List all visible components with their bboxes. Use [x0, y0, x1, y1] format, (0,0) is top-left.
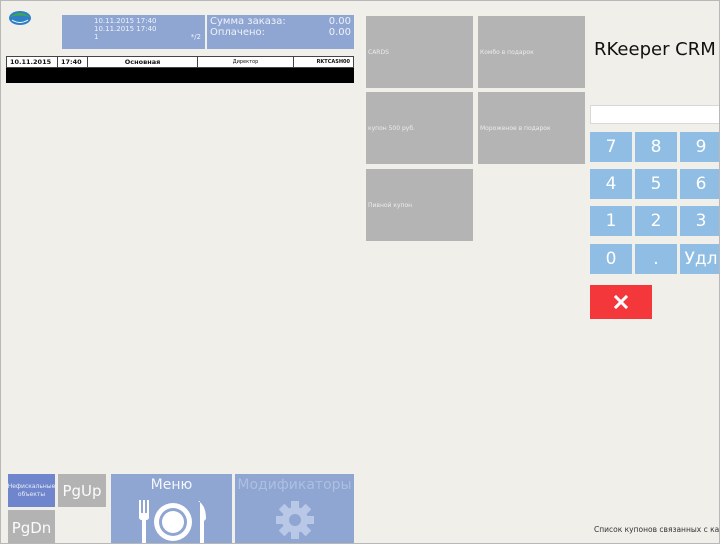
info-time: 17:40 [58, 57, 88, 67]
tile-coupon-500[interactable]: купон 500 руб. [366, 92, 473, 164]
key-6[interactable]: 6 [680, 169, 719, 199]
key-delete[interactable]: Удл [680, 244, 719, 274]
key-dot[interactable]: . [635, 244, 677, 274]
info-role: Директор [198, 57, 294, 67]
key-4[interactable]: 4 [590, 169, 632, 199]
nonfiscal-objects-button[interactable]: Нефискальные объекты [8, 474, 55, 507]
order-open-time: 10.11.2015 17:40 [94, 17, 157, 25]
order-header-bar [6, 68, 354, 83]
order-guests: */2 [190, 33, 201, 41]
order-totals: Сумма заказа: 0.00 Оплачено: 0.00 [207, 15, 354, 49]
order-info: 10.11.2015 17:40 10.11.2015 17:40 1 */2 [62, 15, 205, 49]
info-station: RKTCASH00 [316, 59, 350, 65]
plate-cutlery-icon [139, 500, 206, 543]
paid-label: Оплачено: [210, 27, 266, 38]
modifiers-button[interactable]: Модификаторы [235, 474, 354, 543]
info-table: Основная [88, 57, 198, 67]
sum-value: 0.00 [328, 16, 351, 27]
app-logo-icon [9, 11, 31, 25]
key-7[interactable]: 7 [590, 132, 632, 162]
key-2[interactable]: 2 [635, 206, 677, 236]
tile-combo-gift[interactable]: Комбо в подарок [478, 16, 585, 88]
tile-beer-coupon[interactable]: Пивной купон [366, 169, 473, 241]
info-bar: 10.11.2015 17:40 Основная Директор RKTCA… [6, 56, 354, 68]
crm-title: RKeeper CRM [594, 39, 716, 60]
order-panel: 10.11.2015 17:40 10.11.2015 17:40 1 */2 … [1, 1, 357, 543]
key-1[interactable]: 1 [590, 206, 632, 236]
close-icon [614, 295, 628, 309]
coupon-code-input[interactable] [590, 105, 719, 124]
key-0[interactable]: 0 [590, 244, 632, 274]
tile-cards[interactable]: CARDS [366, 16, 473, 88]
crm-panel: RKeeper CRM 7 8 9 4 5 6 1 2 3 0 . Удл Сп… [586, 1, 720, 543]
coupon-list-caption: Список купонов связанных с ка [594, 525, 720, 534]
sum-label: Сумма заказа: [210, 16, 286, 27]
key-8[interactable]: 8 [635, 132, 677, 162]
tile-icecream-gift[interactable]: Мороженое в подарок [478, 92, 585, 164]
key-9[interactable]: 9 [680, 132, 719, 162]
app-window: 10.11.2015 17:40 10.11.2015 17:40 1 */2 … [0, 0, 720, 544]
gear-icon [276, 501, 314, 539]
menu-button[interactable]: Меню [111, 474, 232, 543]
page-down-button[interactable]: PgDn [8, 510, 55, 543]
coupon-tiles-panel: CARDS Комбо в подарок купон 500 руб. Мор… [357, 1, 586, 543]
order-current-time: 10.11.2015 17:40 [94, 25, 157, 33]
key-3[interactable]: 3 [680, 206, 719, 236]
info-date: 10.11.2015 [7, 57, 58, 67]
modifiers-button-label: Модификаторы [237, 477, 352, 493]
cancel-button[interactable] [590, 285, 652, 319]
paid-value: 0.00 [328, 27, 351, 38]
order-items-list[interactable] [6, 83, 354, 471]
order-number: 1 [94, 33, 99, 41]
page-up-button[interactable]: PgUp [58, 474, 106, 507]
key-5[interactable]: 5 [635, 169, 677, 199]
menu-button-label: Меню [150, 477, 193, 493]
